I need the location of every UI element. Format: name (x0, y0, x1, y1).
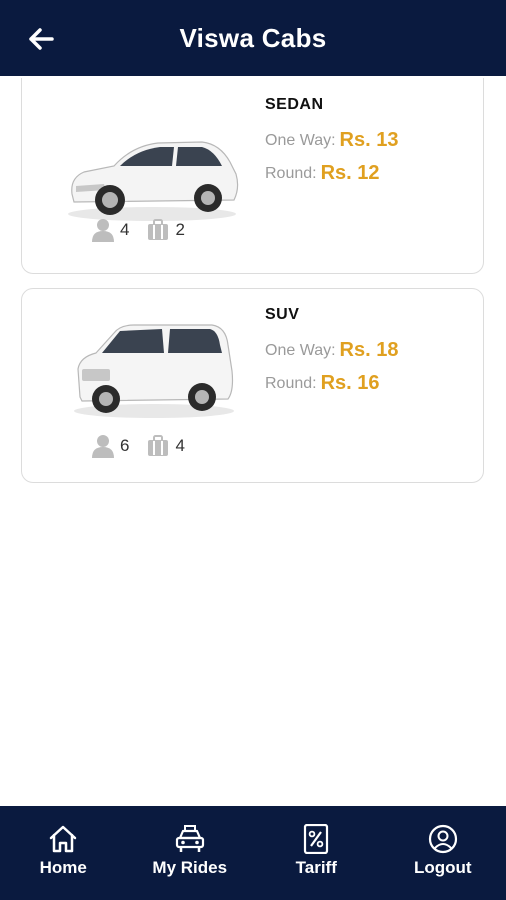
suv-car-image (74, 324, 234, 418)
nav-label: Tariff (295, 858, 337, 877)
cab-type: SEDAN (265, 96, 324, 113)
bottom-nav: Home My Rides Tariff Logout (0, 806, 506, 900)
sedan-car-image (68, 141, 239, 221)
home-icon (50, 825, 77, 853)
nav-label: Home (39, 858, 87, 877)
cab-card-suv[interactable]: 6 4 SUV One Way: Rs. 18 Round: Rs. 16 (21, 288, 484, 483)
nav-item-my-rides[interactable]: My Rides (127, 806, 254, 900)
capacity-stats: 4 2 (92, 218, 197, 242)
round-label: Round: (265, 164, 317, 182)
one-way-price: Rs. 18 (339, 339, 399, 361)
one-way-row: One Way: Rs. 13 (265, 124, 398, 157)
one-way-price: Rs. 13 (339, 129, 399, 151)
arrow-left-icon (29, 28, 54, 50)
nav-item-tariff[interactable]: Tariff (253, 806, 380, 900)
nav-label: My Rides (152, 858, 228, 877)
one-way-label: One Way: (265, 341, 336, 359)
page-title: Viswa Cabs (179, 22, 327, 53)
cab-info: SEDAN One Way: Rs. 13 Round: Rs. 12 (265, 96, 398, 190)
nav-item-home[interactable]: Home (0, 806, 127, 900)
person-icon (92, 219, 114, 242)
seat-count: 6 (120, 436, 130, 455)
percent-icon (304, 824, 329, 854)
user-circle-icon (428, 824, 457, 854)
person-icon (92, 435, 114, 458)
seat-count: 4 (120, 220, 130, 239)
app-header: Viswa Cabs (0, 0, 506, 76)
cab-info: SUV One Way: Rs. 18 Round: Rs. 16 (265, 306, 398, 400)
one-way-row: One Way: Rs. 18 (265, 334, 398, 367)
round-label: Round: (265, 374, 317, 392)
round-price: Rs. 12 (320, 162, 380, 184)
luggage-icon (148, 219, 169, 240)
bag-count: 2 (175, 220, 185, 239)
one-way-label: One Way: (265, 131, 336, 149)
nav-item-logout[interactable]: Logout (380, 806, 506, 900)
round-row: Round: Rs. 16 (265, 367, 398, 400)
cab-type: SUV (265, 306, 300, 323)
round-price: Rs. 16 (320, 372, 380, 394)
cab-card-sedan[interactable]: 4 2 SEDAN One Way: Rs. 13 Round: Rs. 12 (21, 78, 484, 274)
luggage-icon (148, 435, 169, 456)
bag-count: 4 (175, 436, 185, 455)
round-row: Round: Rs. 12 (265, 157, 398, 190)
back-button[interactable] (26, 24, 56, 54)
taxi-icon (175, 825, 204, 852)
capacity-stats: 6 4 (92, 434, 197, 458)
nav-label: Logout (413, 858, 472, 877)
